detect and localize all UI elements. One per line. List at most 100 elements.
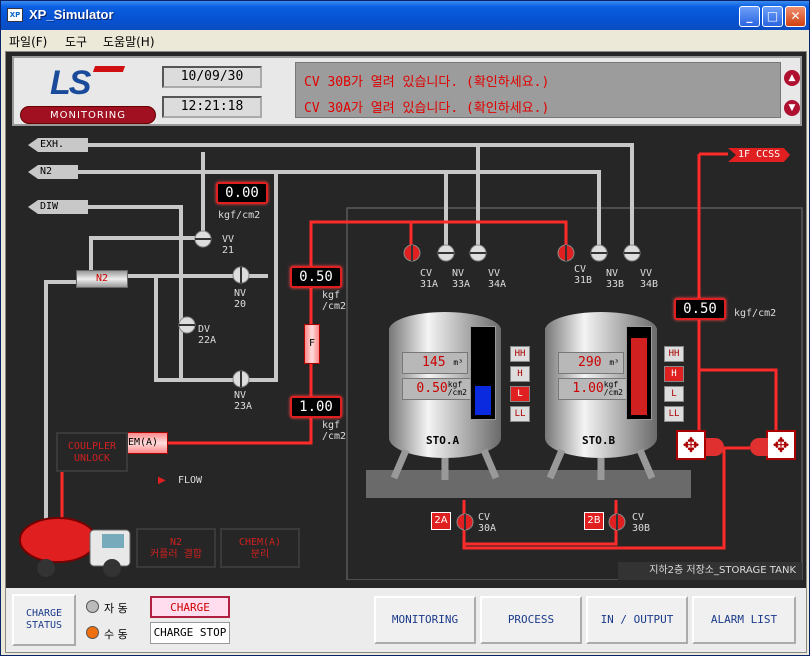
valve-cv31a-icon[interactable] <box>403 244 421 262</box>
title-bar[interactable]: XP XP_Simulator _ □ ✕ <box>1 1 809 30</box>
valve-label: VV 34A <box>488 268 507 290</box>
tag-1f-ccss: 1F CCSS <box>728 148 790 162</box>
header-panel: LS MONITORING 10/09/30 12:21:18 CV 30B가 … <box>12 56 802 126</box>
tank-b-level-gauge <box>626 326 652 420</box>
valve-label: CV 31A <box>420 268 439 290</box>
valve-nv33a-icon[interactable] <box>437 244 455 262</box>
nav-alarm-list-button[interactable]: ALARM LIST <box>692 596 796 644</box>
tank-b-level-fill <box>631 338 647 415</box>
pressure-unit-top: kgf <box>322 290 341 301</box>
n2-heater: N2 <box>76 270 128 288</box>
valve-label: NV 33B <box>606 268 625 290</box>
auto-indicator-icon <box>86 600 99 613</box>
tank-b-pressure: 1.00kgf/cm2 <box>558 378 628 400</box>
pressure-display: 0.00 <box>216 182 268 204</box>
pressure-display: 1.00 <box>290 396 342 418</box>
valve-label: CV 30A <box>478 512 497 534</box>
menu-help[interactable]: 도움말(H) <box>103 33 155 50</box>
tank-b-name: STO.B <box>582 434 616 447</box>
nav-process-button[interactable]: PROCESS <box>480 596 582 644</box>
date-display: 10/09/30 <box>162 66 262 88</box>
pump-2-fan-icon[interactable]: ✥ <box>766 430 796 460</box>
pressure-display: 0.50 <box>290 266 342 288</box>
minimize-button[interactable]: _ <box>739 6 760 27</box>
valve-nv33b-icon[interactable] <box>590 244 608 262</box>
tank-b-level-hh: HH <box>664 346 684 362</box>
time-display: 12:21:18 <box>162 96 262 118</box>
valve-label: CV 30B <box>632 512 651 534</box>
window-title: XP_Simulator <box>29 7 114 22</box>
filter: F <box>304 324 320 364</box>
valve-cv30b-icon[interactable] <box>608 513 626 531</box>
valve-dv22a-icon[interactable] <box>178 316 196 334</box>
flow-arrow-icon: ▶ <box>158 475 166 486</box>
tank-a-name: STO.A <box>426 434 460 447</box>
maximize-button[interactable]: □ <box>762 6 783 27</box>
tank-a-volume: 145 m³ <box>402 352 468 374</box>
tank-a-pressure: 0.50kgf/cm2 <box>402 378 472 400</box>
alarm-scroll-up-icon[interactable]: ▲ <box>784 70 800 86</box>
app-icon: XP <box>7 8 23 22</box>
tank-a-button[interactable]: 2A <box>431 512 451 530</box>
tank-a-level-ll: LL <box>510 406 530 422</box>
charge-start-button[interactable]: CHARGE START <box>150 596 230 634</box>
monitoring-badge: MONITORING <box>20 106 156 124</box>
valve-nv20-icon[interactable] <box>232 266 250 284</box>
menu-file[interactable]: 파일(F) <box>9 33 47 50</box>
app-window: XP XP_Simulator _ □ ✕ 파일(F) 도구 도움말(H) LS… <box>0 0 810 656</box>
tank-b-level-l: L <box>664 386 684 402</box>
menu-tools[interactable]: 도구 <box>65 33 87 50</box>
tank-a-level-hh: HH <box>510 346 530 362</box>
tag-n2: N2 <box>28 165 78 179</box>
auto-label: 자 동 <box>104 602 128 615</box>
bottom-bar: CHARGESTATUS 자 동 수 동 CHARGE START CHARGE… <box>6 588 806 652</box>
tank-b-button[interactable]: 2B <box>584 512 604 530</box>
process-diagram: EXH. N2 DIW 1F CCSS 0.00 kgf/cm2 0.50 kg… <box>6 130 806 580</box>
tank-a-level-gauge <box>470 326 496 420</box>
tank-b-level-ll: LL <box>664 406 684 422</box>
tag-diw: DIW <box>28 200 88 214</box>
charge-stop-button[interactable]: CHARGE STOP <box>150 622 230 644</box>
n2-couple-button[interactable]: N2 커플러 결합 <box>136 528 216 568</box>
valve-label: CV 31B <box>574 264 593 286</box>
coupler-unlock-button[interactable]: COULPLER UNLOCK <box>56 432 128 472</box>
tag-exh: EXH. <box>28 138 88 152</box>
valve-vv34b-icon[interactable] <box>623 244 641 262</box>
tank-a-level-fill <box>475 386 491 415</box>
pressure-unit: kgf/cm2 <box>218 210 261 221</box>
valve-label: VV 34B <box>640 268 659 290</box>
alarm-scroll-down-icon[interactable]: ▼ <box>784 100 800 116</box>
valve-vv21-icon[interactable] <box>194 230 212 248</box>
tank-b-volume: 290 m³ <box>558 352 624 374</box>
pressure-unit-top: kgf <box>322 420 341 431</box>
valve-label: NV 20 <box>234 288 247 310</box>
flow-label: FLOW <box>178 475 203 486</box>
tank-b-level-h: H <box>664 366 684 382</box>
charge-status-button[interactable]: CHARGE STATUS <box>12 594 76 646</box>
valve-label: VV 21 <box>222 234 235 256</box>
alarm-message: CV 30A가 열려 있습니다. (확인하세요.) <box>304 101 550 116</box>
valve-cv31b-icon[interactable] <box>557 244 575 262</box>
valve-label: NV 33A <box>452 268 471 290</box>
logo-text: LS <box>50 64 91 102</box>
logo-swoosh <box>92 66 126 72</box>
tank-a-level-h: H <box>510 366 530 382</box>
valve-label: NV 23A <box>234 390 253 412</box>
valve-vv34a-icon[interactable] <box>469 244 487 262</box>
pump-1-fan-icon[interactable]: ✥ <box>676 430 706 460</box>
valve-cv30a-icon[interactable] <box>456 513 474 531</box>
alarm-panel: CV 30B가 열려 있습니다. (확인하세요.) CV 30A가 열려 있습니… <box>295 62 781 118</box>
ls-logo: LS MONITORING <box>18 62 156 124</box>
close-button[interactable]: ✕ <box>785 6 806 27</box>
hmi-screen: LS MONITORING 10/09/30 12:21:18 CV 30B가 … <box>5 51 807 653</box>
pressure-unit-bot: /cm2 <box>322 301 347 312</box>
valve-label: DV 22A <box>198 324 217 346</box>
nav-io-button[interactable]: IN / OUTPUT <box>586 596 688 644</box>
pressure-unit-bot: /cm2 <box>322 431 347 442</box>
manual-indicator-icon <box>86 626 99 639</box>
nav-monitoring-button[interactable]: MONITORING <box>374 596 476 644</box>
chem-separate-button[interactable]: CHEM(A) 분리 <box>220 528 300 568</box>
tanker-truck-icon <box>19 517 131 577</box>
menu-bar: 파일(F) 도구 도움말(H) <box>1 30 809 50</box>
valve-nv23a-icon[interactable] <box>232 370 250 388</box>
